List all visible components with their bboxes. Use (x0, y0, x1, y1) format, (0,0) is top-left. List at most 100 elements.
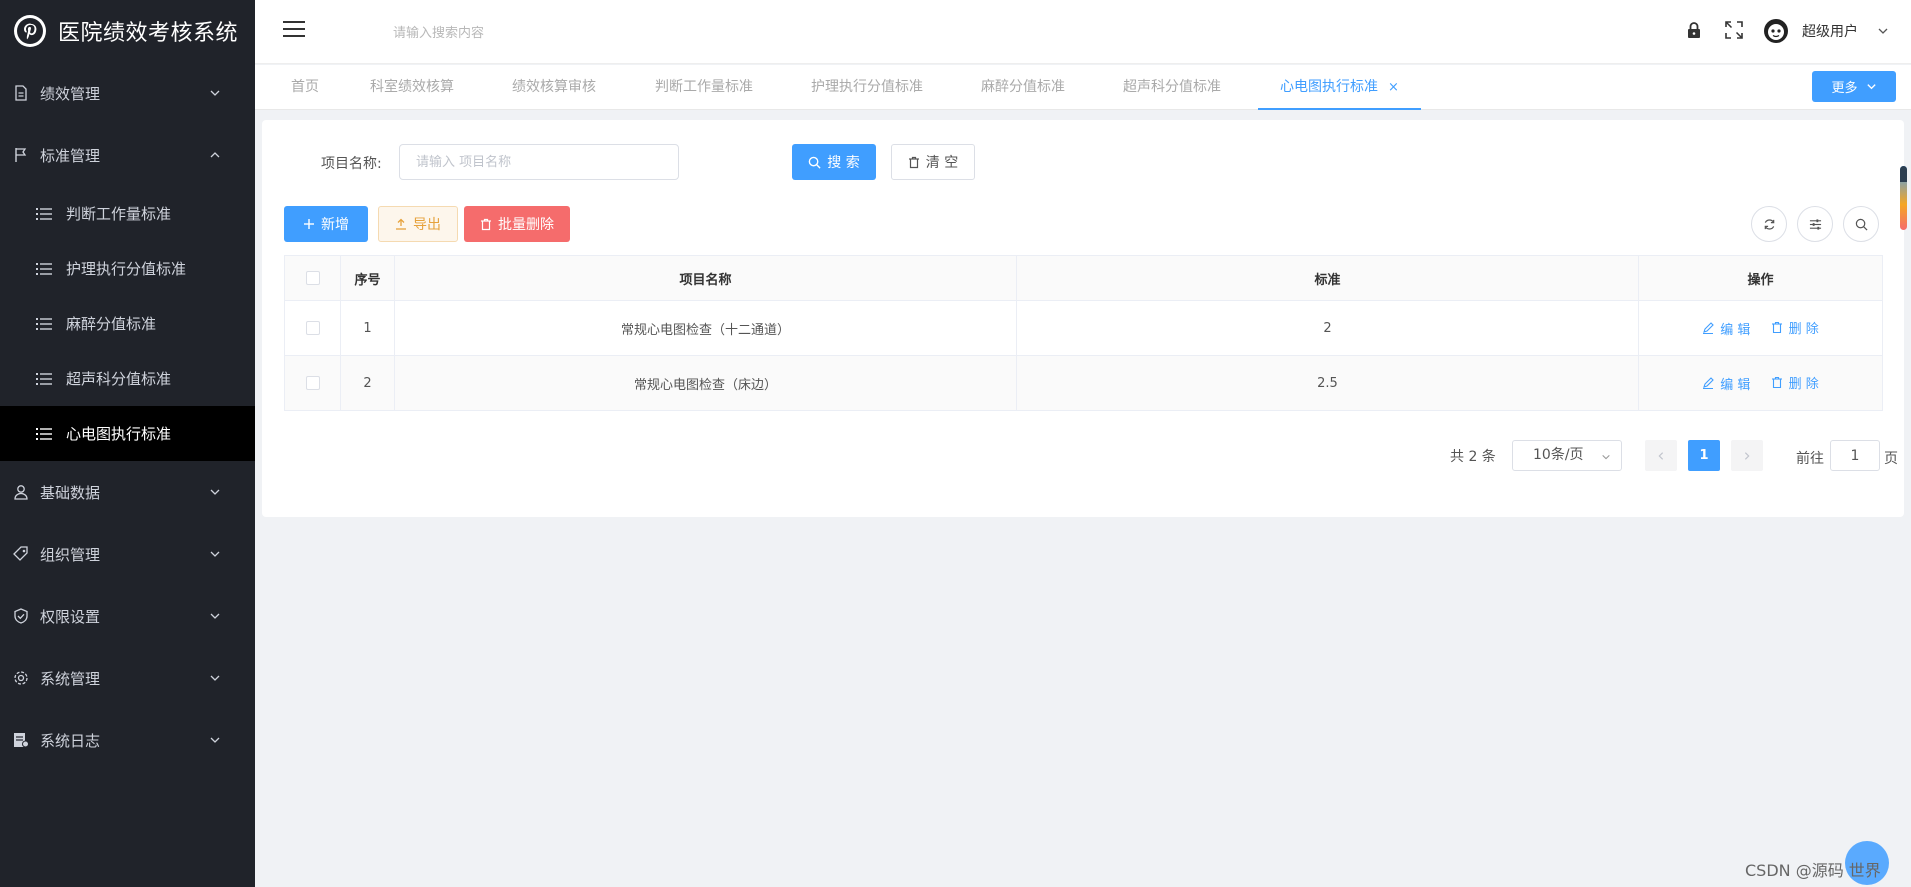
close-icon[interactable]: × (1388, 65, 1399, 110)
page-number-button[interactable]: 1 (1688, 440, 1720, 471)
sidebar-subitem-anesthesia[interactable]: 麻醉分值标准 (0, 296, 255, 351)
chevron-right-icon (1744, 451, 1750, 460)
sidebar-item-standards[interactable]: 标准管理 (0, 124, 255, 186)
fullscreen-icon[interactable] (1724, 20, 1744, 40)
list-icon (36, 207, 52, 220)
delete-button[interactable]: 删 除 (1771, 373, 1819, 392)
flag-icon (12, 146, 30, 164)
project-name-input[interactable] (399, 144, 679, 180)
sidebar-subitem-label: 护理执行分值标准 (66, 260, 187, 278)
row-actions: 编 辑 删 除 (1638, 355, 1883, 411)
sidebar-subitem-ultrasound[interactable]: 超声科分值标准 (0, 351, 255, 406)
tab-dept-performance[interactable]: 科室绩效核算 (370, 65, 454, 110)
chevron-down-icon (210, 489, 220, 495)
toggle-search-button[interactable] (1843, 206, 1879, 242)
sliders-icon (1809, 218, 1821, 230)
tab-performance-review[interactable]: 绩效核算审核 (512, 65, 596, 110)
header-search-input[interactable]: 请输入搜索内容 (393, 22, 484, 41)
chevron-down-icon (210, 90, 220, 96)
sidebar-subitem-ecg[interactable]: 心电图执行标准 (0, 406, 255, 461)
sidebar-item-permissions[interactable]: 权限设置 (0, 585, 255, 647)
goto-page-input[interactable] (1830, 440, 1880, 471)
select-all-cell (284, 255, 341, 301)
table-row: 1 常规心电图检查（十二通道） 2 编 辑 删 除 (284, 300, 1883, 356)
chevron-down-icon[interactable] (1877, 25, 1889, 37)
sidebar-subitem-label: 判断工作量标准 (66, 205, 172, 223)
chevron-down-icon (1866, 84, 1876, 90)
data-table: 序号 项目名称 标准 操作 1 常规心电图检查（十二通道） 2 编 辑 删 除 … (284, 255, 1883, 411)
trash-icon (1771, 376, 1782, 389)
list-icon (36, 262, 52, 275)
row-select-cell (284, 355, 341, 411)
clear-button[interactable]: 清 空 (891, 144, 975, 180)
sidebar-item-label: 标准管理 (40, 146, 101, 165)
column-header: 操作 (1638, 255, 1883, 301)
tab-bar: 首页 科室绩效核算 绩效核算审核 判断工作量标准 护理执行分值标准 麻醉分值标准… (255, 65, 1911, 110)
add-button[interactable]: 新增 (284, 206, 368, 242)
tab-ecg-standard[interactable]: 心电图执行标准 × (1258, 65, 1421, 110)
sidebar-subitem-workload[interactable]: 判断工作量标准 (0, 186, 255, 241)
column-settings-button[interactable] (1797, 206, 1833, 242)
list-icon (36, 317, 52, 330)
search-icon (808, 156, 821, 169)
sidebar-item-basic-data[interactable]: 基础数据 (0, 461, 255, 523)
pagination-total: 共 2 条 (1450, 449, 1496, 465)
row-standard: 2.5 (1016, 355, 1639, 411)
sidebar-item-label: 组织管理 (40, 545, 101, 564)
column-header: 项目名称 (394, 255, 1017, 301)
more-label: 更多 (1831, 81, 1858, 96)
goto-unit: 页 (1884, 451, 1898, 467)
edit-button[interactable]: 编 辑 (1702, 319, 1750, 338)
edit-button[interactable]: 编 辑 (1702, 374, 1750, 393)
user-name[interactable]: 超级用户 (1802, 21, 1858, 41)
delete-button[interactable]: 删 除 (1771, 318, 1819, 337)
batch-delete-button[interactable]: 批量删除 (464, 206, 570, 242)
list-icon (36, 427, 52, 440)
sidebar-item-logs[interactable]: 系统日志 (0, 709, 255, 771)
sidebar-subitem-nursing[interactable]: 护理执行分值标准 (0, 241, 255, 296)
user-icon (12, 483, 30, 501)
sidebar: 医院绩效考核系统 绩效管理 标准管理 判断工作量标准 护理执行分值标准 麻醉分值… (0, 0, 255, 887)
tab-workload-standard[interactable]: 判断工作量标准 (655, 65, 753, 110)
row-select-cell (284, 300, 341, 356)
gear-icon (12, 669, 30, 687)
avatar[interactable] (1763, 18, 1789, 44)
tab-nursing-standard[interactable]: 护理执行分值标准 (811, 65, 923, 110)
refresh-icon (1764, 218, 1774, 230)
sidebar-item-system[interactable]: 系统管理 (0, 647, 255, 709)
select-all-checkbox[interactable] (305, 271, 320, 285)
prev-page-button[interactable] (1645, 440, 1677, 471)
edit-label: 编 辑 (1720, 377, 1751, 393)
row-standard: 2 (1016, 300, 1639, 356)
search-label: 搜 索 (827, 155, 860, 171)
next-page-button[interactable] (1731, 440, 1763, 471)
log-icon (12, 731, 30, 749)
hamburger-menu-icon[interactable] (283, 20, 305, 38)
shield-icon (12, 607, 30, 625)
project-name-label: 项目名称: (321, 156, 382, 172)
row-checkbox[interactable] (305, 321, 320, 335)
tab-anesthesia-standard[interactable]: 麻醉分值标准 (981, 65, 1065, 110)
export-button[interactable]: 导出 (378, 206, 458, 242)
sidebar-subitem-label: 麻醉分值标准 (66, 315, 157, 333)
top-header: 请输入搜索内容 超级用户 (255, 0, 1911, 64)
page-size-select[interactable]: 10条/页 (1512, 440, 1622, 471)
tab-ultrasound-standard[interactable]: 超声科分值标准 (1123, 65, 1221, 110)
column-header: 序号 (340, 255, 395, 301)
brand: 医院绩效考核系统 (0, 0, 255, 62)
trash-icon (908, 156, 919, 168)
trash-icon (481, 218, 491, 230)
sidebar-item-label: 系统管理 (40, 669, 101, 688)
edit-label: 编 辑 (1720, 322, 1751, 338)
document-icon (12, 84, 30, 102)
row-checkbox[interactable] (305, 376, 320, 390)
search-button[interactable]: 搜 索 (792, 144, 876, 180)
sidebar-item-organization[interactable]: 组织管理 (0, 523, 255, 585)
lock-icon[interactable] (1684, 20, 1704, 40)
sidebar-item-performance[interactable]: 绩效管理 (0, 62, 255, 124)
pinterest-logo-icon (14, 15, 46, 47)
tab-home[interactable]: 首页 (291, 65, 319, 110)
refresh-button[interactable] (1751, 206, 1787, 242)
more-tabs-button[interactable]: 更多 (1812, 71, 1896, 102)
table-header-row: 序号 项目名称 标准 操作 (284, 255, 1883, 301)
